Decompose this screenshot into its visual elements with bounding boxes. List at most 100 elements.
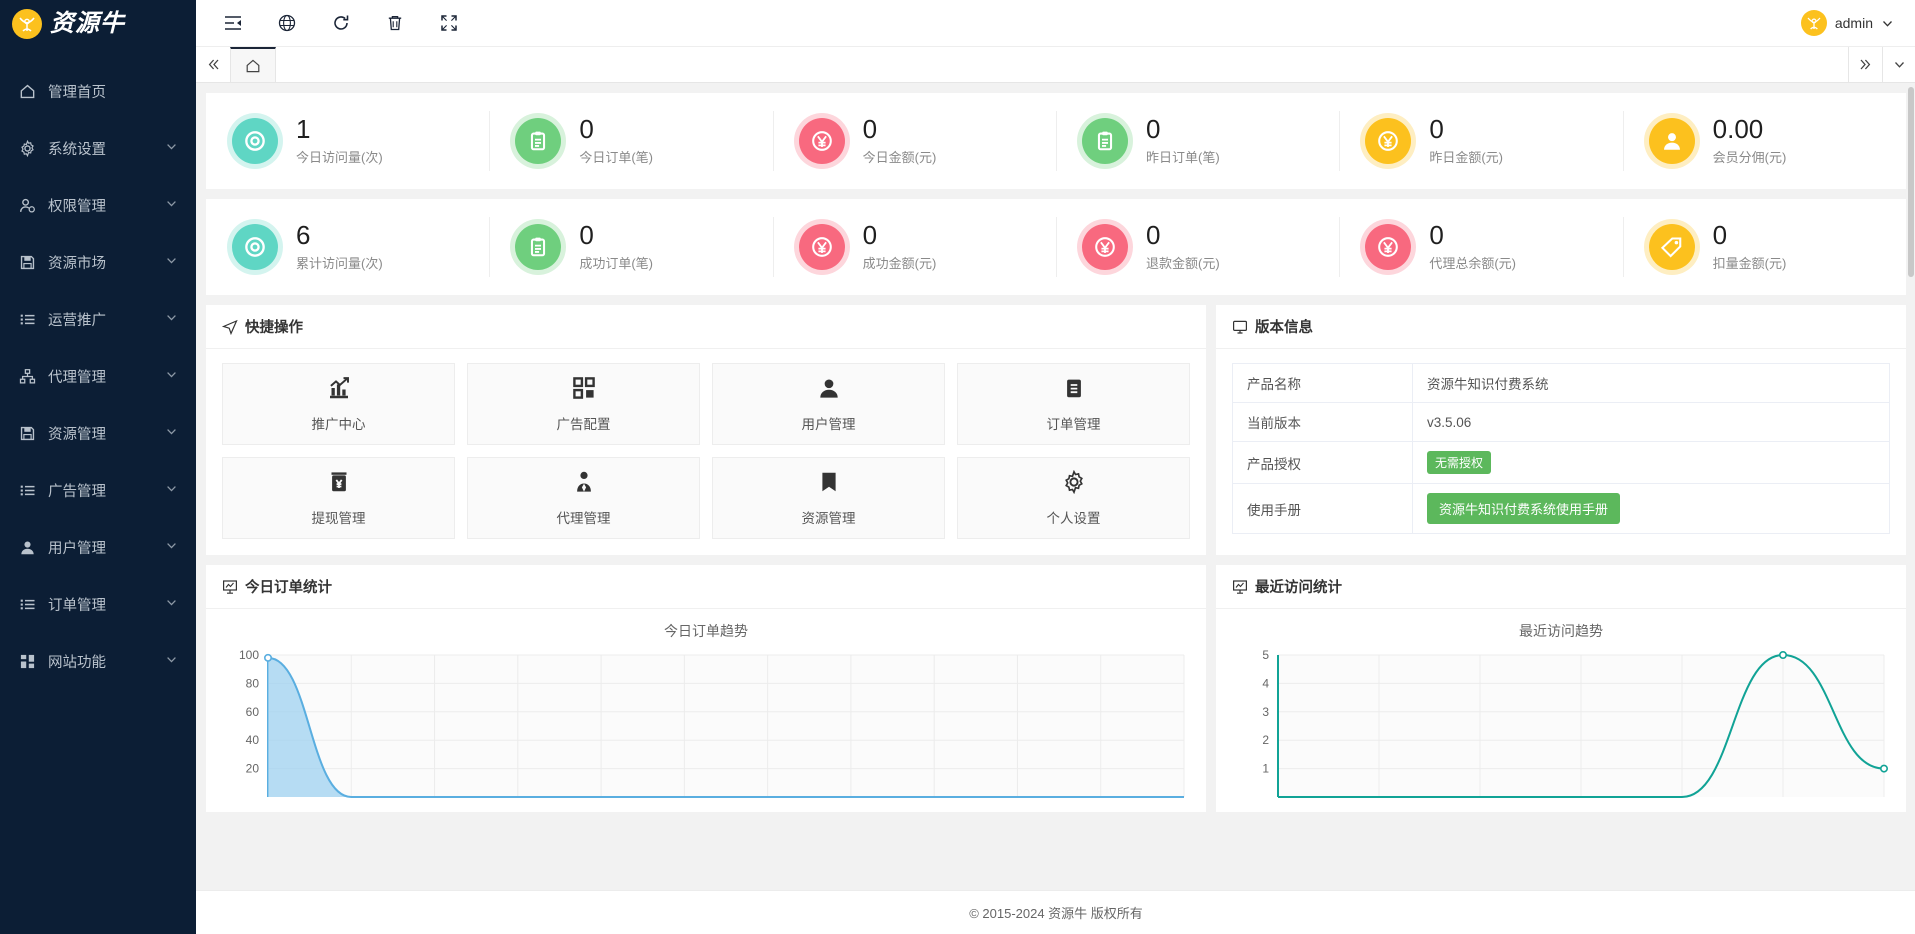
order-chart-header: 今日订单统计 (206, 565, 1206, 609)
sidebar-item-2[interactable]: 权限管理 (0, 177, 196, 234)
yuan-icon (1082, 224, 1128, 270)
tab-scroll-right-button[interactable] (1848, 47, 1882, 82)
quick-action-5[interactable]: 代理管理 (467, 457, 700, 539)
quick-action-2[interactable]: 用户管理 (712, 363, 945, 445)
stat-label: 昨日金额(元) (1429, 147, 1503, 166)
total-stat-cell-3[interactable]: 0退款金额(元) (1056, 199, 1339, 295)
home-icon (16, 83, 38, 100)
stat-label: 今日访问量(次) (296, 147, 383, 166)
stat-label: 昨日订单(笔) (1146, 147, 1220, 166)
refresh-button[interactable] (324, 6, 358, 40)
total-stat-cell-4[interactable]: 0代理总余额(元) (1339, 199, 1622, 295)
yuan-icon (1365, 224, 1411, 270)
stat-label: 退款金额(元) (1146, 253, 1220, 272)
total-stat-cell-1[interactable]: 0成功订单(笔) (489, 199, 772, 295)
quick-action-7[interactable]: 个人设置 (957, 457, 1190, 539)
today-stat-cell-4[interactable]: 0昨日金额(元) (1339, 93, 1622, 189)
stat-value: 0 (863, 116, 937, 143)
stat-label: 代理总余额(元) (1429, 253, 1516, 272)
chevron-down-icon (165, 311, 178, 328)
sidebar-item-1[interactable]: 系统设置 (0, 120, 196, 177)
version-body: 产品名称资源牛知识付费系统当前版本v3.5.06产品授权无需授权使用手册资源牛知… (1216, 349, 1906, 550)
visit-chart-header: 最近访问统计 (1216, 565, 1906, 609)
user-name: admin (1835, 15, 1873, 31)
version-key: 产品授权 (1233, 442, 1413, 484)
sidebar-nav: 管理首页系统设置权限管理资源市场运营推广代理管理资源管理广告管理用户管理订单管理… (0, 63, 196, 690)
tab-home[interactable] (230, 47, 276, 82)
today-stat-cell-5[interactable]: 0.00 会员分佣(元) (1623, 93, 1906, 189)
tab-dropdown-button[interactable] (1882, 47, 1915, 82)
quick-action-1[interactable]: 广告配置 (467, 363, 700, 445)
content-inner: 1今日访问量(次)0今日订单(笔)0今日金额(元)0昨日订单(笔)0昨日金额(元… (206, 93, 1906, 890)
quick-action-label: 代理管理 (557, 507, 611, 527)
panels-row-2: 今日订单统计 今日订单趋势 20406080100 最近访问统计 最近访问趋势 … (206, 565, 1906, 812)
quick-action-4[interactable]: 提现管理 (222, 457, 455, 539)
tab-scroll-left-button[interactable] (196, 47, 230, 82)
today-stat-cell-2[interactable]: 0今日金额(元) (773, 93, 1056, 189)
quick-action-label: 订单管理 (1047, 413, 1101, 433)
order-chart-panel: 今日订单统计 今日订单趋势 20406080100 (206, 565, 1206, 812)
chevron-down-icon (165, 140, 178, 157)
stat-value: 0.00 (1713, 116, 1787, 143)
sidebar-item-10[interactable]: 网站功能 (0, 633, 196, 690)
sidebar-item-label: 网站功能 (48, 651, 165, 672)
tabbar-actions (1848, 47, 1915, 82)
clear-cache-button[interactable] (378, 6, 412, 40)
quick-action-6[interactable]: 资源管理 (712, 457, 945, 539)
total-stat-cell-2[interactable]: 0成功金额(元) (773, 199, 1056, 295)
sidebar-item-label: 系统设置 (48, 138, 165, 159)
brand-logo[interactable]: 资源牛 (0, 0, 196, 47)
stat-label: 累计访问量(次) (296, 253, 383, 272)
tab-fill (276, 47, 1848, 82)
stat-label: 成功金额(元) (863, 253, 937, 272)
brand-name: 资源牛 (50, 12, 125, 36)
money-box-icon (327, 470, 351, 499)
fullscreen-button[interactable] (432, 6, 466, 40)
version-key: 使用手册 (1233, 484, 1413, 534)
svg-text:5: 5 (1262, 648, 1269, 662)
chevron-down-icon (165, 425, 178, 442)
quick-action-0[interactable]: 推广中心 (222, 363, 455, 445)
sidebar-item-8[interactable]: 用户管理 (0, 519, 196, 576)
manual-button[interactable]: 资源牛知识付费系统使用手册 (1427, 493, 1620, 524)
list-icon (16, 596, 38, 613)
svg-text:4: 4 (1262, 676, 1269, 690)
stat-label: 会员分佣(元) (1713, 147, 1787, 166)
stat-value: 0 (1146, 116, 1220, 143)
user-menu[interactable]: admin (1801, 10, 1915, 36)
footer: © 2015-2024 资源牛 版权所有 (196, 890, 1915, 934)
main-area: admin 1今日访问量(次 (196, 0, 1915, 934)
tag-icon (1649, 224, 1695, 270)
total-stat-cell-0[interactable]: 6 累计访问量(次) (206, 199, 489, 295)
sidebar-item-4[interactable]: 运营推广 (0, 291, 196, 348)
quick-action-3[interactable]: 订单管理 (957, 363, 1190, 445)
language-button[interactable] (270, 6, 304, 40)
quick-action-label: 提现管理 (312, 507, 366, 527)
stat-value: 6 (296, 222, 383, 249)
total-stat-cell-5[interactable]: 0扣量金额(元) (1623, 199, 1906, 295)
sidebar-item-0[interactable]: 管理首页 (0, 63, 196, 120)
sidebar-item-5[interactable]: 代理管理 (0, 348, 196, 405)
version-value-cell: v3.5.06 (1413, 403, 1890, 442)
chevron-down-icon (165, 254, 178, 271)
menu-fold-button[interactable] (216, 6, 250, 40)
today-stat-cell-3[interactable]: 0 昨日订单(笔) (1056, 93, 1339, 189)
sidebar-item-9[interactable]: 订单管理 (0, 576, 196, 633)
visit-chart-panel: 最近访问统计 最近访问趋势 12345 (1216, 565, 1906, 812)
quick-actions-body: 推广中心广告配置用户管理订单管理提现管理 代理管理 资源管理个人设置 (206, 349, 1206, 555)
vertical-scrollbar[interactable] (1908, 87, 1914, 277)
sidebar-item-7[interactable]: 广告管理 (0, 462, 196, 519)
svg-text:1: 1 (1262, 762, 1269, 776)
user-key-icon (16, 197, 38, 214)
sidebar-item-label: 广告管理 (48, 480, 165, 501)
target-icon (232, 118, 278, 164)
sidebar-item-3[interactable]: 资源市场 (0, 234, 196, 291)
sidebar-item-label: 用户管理 (48, 537, 165, 558)
svg-text:40: 40 (246, 733, 260, 747)
sidebar-item-6[interactable]: 资源管理 (0, 405, 196, 462)
version-row-2: 产品授权无需授权 (1233, 442, 1890, 484)
avatar (1801, 10, 1827, 36)
today-stat-cell-1[interactable]: 0今日订单(笔) (489, 93, 772, 189)
today-stat-cell-0[interactable]: 1今日访问量(次) (206, 93, 489, 189)
order-chart-subtitle: 今日订单趋势 (206, 621, 1206, 641)
